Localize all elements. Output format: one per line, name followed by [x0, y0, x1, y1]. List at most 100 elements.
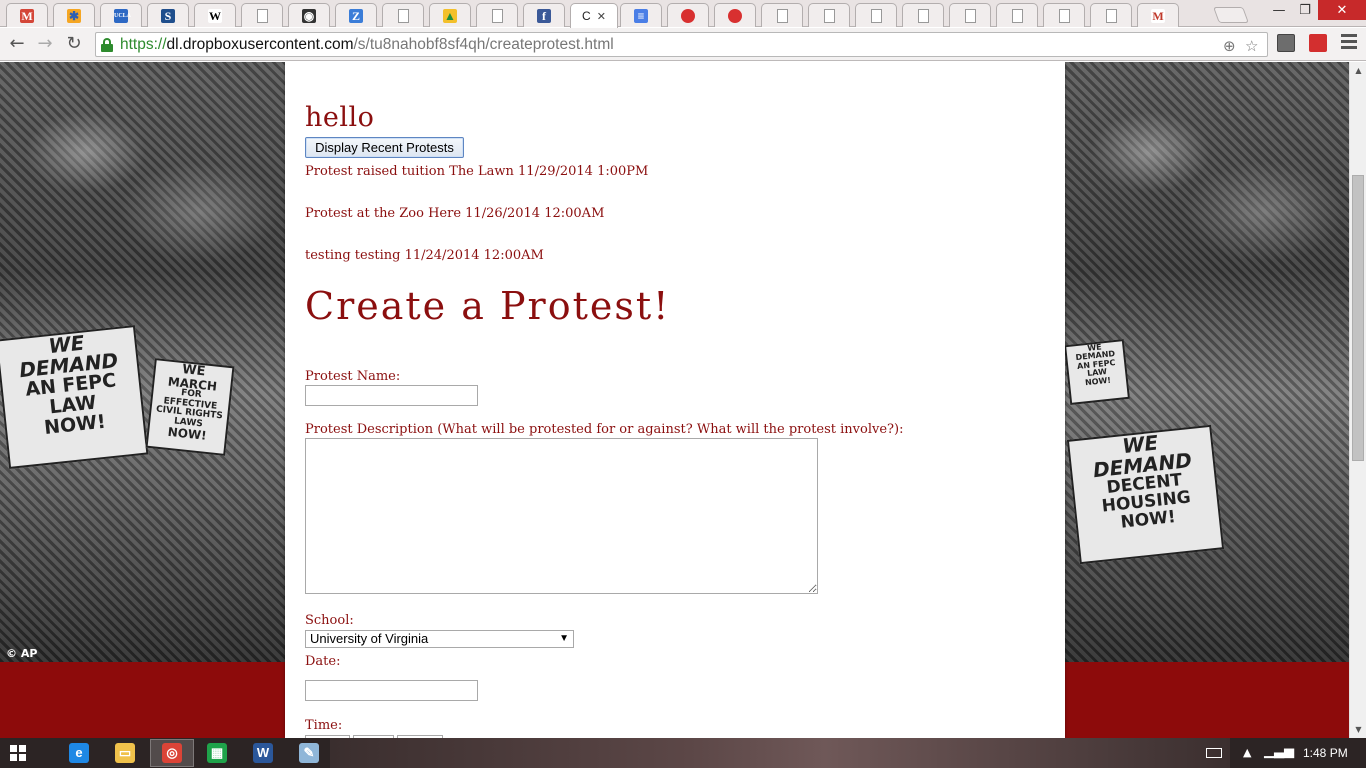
- s-icon: S: [161, 8, 175, 23]
- gmail-icon: M: [20, 8, 34, 23]
- scroll-down-icon[interactable]: ▼: [1350, 721, 1366, 738]
- browser-tab[interactable]: [714, 3, 756, 27]
- protest-sign: WE DEMAND DECENT HOUSING NOW!: [1066, 424, 1225, 565]
- m-icon: M: [1151, 8, 1165, 23]
- network-icon[interactable]: ▁▃▅: [1264, 744, 1294, 759]
- scroll-thumb[interactable]: [1352, 175, 1364, 461]
- browser-tab[interactable]: Z: [335, 3, 377, 27]
- keyboard-icon[interactable]: [1206, 748, 1222, 758]
- browser-tab[interactable]: [667, 3, 709, 27]
- chrome-menu-icon[interactable]: [1341, 34, 1357, 52]
- drive-icon: ▲: [443, 8, 457, 23]
- browser-tab[interactable]: ≡: [620, 3, 662, 27]
- notepad-icon: ✎: [299, 743, 319, 763]
- page-icon: [491, 8, 503, 23]
- browser-tab[interactable]: [996, 3, 1038, 27]
- browser-tab[interactable]: S: [147, 3, 189, 27]
- word-icon: W: [253, 743, 273, 763]
- ucla-icon: UCLA: [114, 8, 131, 23]
- protest-description-label: Protest Description (What will be protes…: [305, 422, 904, 437]
- file-explorer-icon: ▭: [115, 743, 135, 763]
- url-path: /s/tu8nahobf8sf4qh/createprotest.html: [353, 36, 614, 53]
- address-bar[interactable]: https://dl.dropboxusercontent.com/s/tu8n…: [95, 32, 1268, 57]
- back-icon[interactable]: ←: [6, 33, 28, 55]
- browser-tab[interactable]: [382, 3, 424, 27]
- date-label: Date:: [305, 654, 341, 669]
- browser-tab[interactable]: UCLA: [100, 3, 142, 27]
- hexagon-icon: [681, 8, 695, 23]
- taskbar-app[interactable]: e: [57, 739, 101, 767]
- docs-icon: ≡: [634, 8, 648, 23]
- browser-tab[interactable]: f: [523, 3, 565, 27]
- taskbar-wallpaper: [330, 738, 1230, 768]
- minimize-icon[interactable]: —: [1266, 0, 1292, 20]
- taskbar-app[interactable]: ◎: [150, 739, 194, 767]
- page-scrollbar[interactable]: ▲ ▼: [1349, 62, 1366, 738]
- browser-tab[interactable]: [241, 3, 283, 27]
- browser-tab[interactable]: M: [1137, 3, 1179, 27]
- protest-photo-right: WE DEMAND DECENT HOUSING NOW! WE DEMAND …: [1065, 62, 1349, 662]
- browser-tab-active[interactable]: C ✕: [570, 3, 618, 28]
- page-icon: [823, 8, 835, 23]
- taskbar-app[interactable]: ▭: [103, 739, 147, 767]
- browser-tab[interactable]: [902, 3, 944, 27]
- recent-protest-item: Protest at the Zoo Here 11/26/2014 12:00…: [305, 206, 605, 221]
- tray-expand-icon[interactable]: ▲: [1243, 746, 1251, 759]
- display-recent-protests-button[interactable]: Display Recent Protests: [305, 137, 464, 158]
- school-selected-value: University of Virginia: [310, 631, 429, 646]
- recent-protest-item: testing testing 11/24/2014 12:00AM: [305, 248, 544, 263]
- chrome-icon: ◎: [162, 743, 182, 763]
- browser-tab[interactable]: [1043, 3, 1085, 27]
- bookmark-star-icon[interactable]: ☆: [1245, 37, 1258, 55]
- browser-tab[interactable]: [476, 3, 518, 27]
- location-icon[interactable]: ⊕: [1223, 37, 1236, 55]
- taskbar-app[interactable]: W: [241, 739, 285, 767]
- greeting-heading: hello: [305, 102, 375, 133]
- taskbar-app[interactable]: ▦: [195, 739, 239, 767]
- new-tab-button[interactable]: [1213, 7, 1249, 23]
- active-tab-label: C: [582, 9, 591, 23]
- browser-tab[interactable]: M: [6, 3, 48, 27]
- page-icon: [1011, 8, 1023, 23]
- maximize-icon[interactable]: ❐: [1292, 0, 1318, 20]
- scroll-up-icon[interactable]: ▲: [1350, 62, 1366, 79]
- browser-tab[interactable]: [808, 3, 850, 27]
- page-viewport: WE DEMAND AN FEPC LAW NOW! WE MARCH FOR …: [0, 62, 1349, 738]
- close-window-icon[interactable]: ✕: [1318, 0, 1366, 20]
- puzzle-icon: ✱: [67, 8, 81, 23]
- tab-close-icon[interactable]: ✕: [597, 10, 606, 23]
- page-icon: [256, 8, 268, 23]
- reload-icon[interactable]: ↻: [63, 33, 85, 55]
- glasses-icon: ◉: [302, 8, 316, 23]
- extension-keyboard-icon[interactable]: [1277, 34, 1295, 52]
- page-icon: [964, 8, 976, 23]
- date-input[interactable]: [305, 680, 478, 701]
- browser-tab[interactable]: [761, 3, 803, 27]
- wikipedia-icon: W: [208, 8, 222, 23]
- browser-tab[interactable]: W: [194, 3, 236, 27]
- school-select[interactable]: University of Virginia ▼: [305, 630, 574, 648]
- browser-tab[interactable]: ▲: [429, 3, 471, 27]
- page-icon: [917, 8, 929, 23]
- protest-description-textarea[interactable]: [305, 438, 818, 594]
- browser-tab[interactable]: [855, 3, 897, 27]
- main-content: hello Display Recent Protests Protest ra…: [285, 62, 1065, 738]
- browser-tab[interactable]: [1090, 3, 1132, 27]
- protest-sign: WE MARCH FOR EFFECTIVE CIVIL RIGHTS LAWS…: [145, 358, 235, 456]
- taskbar-app[interactable]: ✎: [287, 739, 331, 767]
- facebook-icon: f: [537, 8, 551, 23]
- recent-protest-item: Protest raised tuition The Lawn 11/29/20…: [305, 164, 649, 179]
- school-label: School:: [305, 613, 354, 628]
- system-clock[interactable]: 1:48 PM: [1303, 746, 1348, 760]
- extension-red-icon[interactable]: [1309, 34, 1327, 52]
- protest-name-label: Protest Name:: [305, 369, 401, 384]
- hexagon-icon: [728, 8, 742, 23]
- dropdown-arrow-icon: ▼: [559, 633, 569, 644]
- forward-icon[interactable]: →: [34, 33, 56, 55]
- protest-name-input[interactable]: [305, 385, 478, 406]
- windows-start-icon[interactable]: [10, 745, 26, 761]
- browser-tab[interactable]: [949, 3, 991, 27]
- browser-tab[interactable]: ◉: [288, 3, 330, 27]
- browser-tab[interactable]: ✱: [53, 3, 95, 27]
- page-icon: [1105, 8, 1117, 23]
